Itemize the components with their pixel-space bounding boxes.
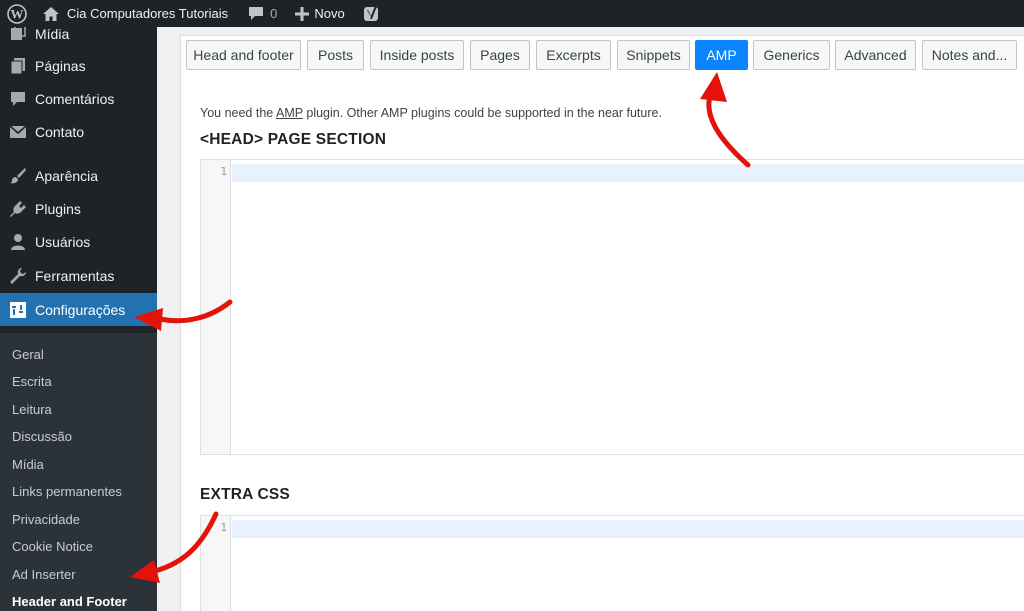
mail-icon — [8, 122, 28, 142]
menu-label-settings: Configurações — [35, 301, 126, 318]
submenu-item-permalinks[interactable]: Links permanentes — [12, 484, 122, 499]
editor-gutter: 1 — [201, 160, 231, 454]
menu-item-plugins[interactable]: Plugins — [0, 192, 157, 225]
menu-item-tools[interactable]: Ferramentas — [0, 259, 157, 292]
settings-submenu: Geral Escrita Leitura Discussão Mídia Li… — [0, 333, 157, 611]
menu-item-users[interactable]: Usuários — [0, 225, 157, 258]
submenu-item-header-and-footer[interactable]: Header and Footer — [12, 594, 127, 609]
settings-panel: Head and footer Posts Inside posts Pages… — [180, 35, 1024, 611]
yoast-icon — [363, 5, 378, 21]
comments-icon — [8, 89, 28, 109]
tab-excerpts[interactable]: Excerpts — [536, 40, 611, 70]
menu-item-appearance[interactable]: Aparência — [0, 159, 157, 192]
settings-icon — [8, 300, 28, 320]
new-content-button[interactable]: Novo — [288, 0, 351, 27]
tab-head-and-footer[interactable]: Head and footer — [186, 40, 301, 70]
submenu-item-general[interactable]: Geral — [12, 347, 44, 362]
menu-label-plugins: Plugins — [35, 200, 81, 217]
tab-inside-posts[interactable]: Inside posts — [370, 40, 464, 70]
tab-amp[interactable]: AMP — [695, 40, 748, 70]
submenu-item-ad-inserter[interactable]: Ad Inserter — [12, 567, 76, 582]
admin-bar: W Cia Computadores Tutoriais 0 Novo — [0, 0, 1024, 27]
new-label: Novo — [314, 6, 345, 21]
menu-label-users: Usuários — [35, 233, 91, 250]
brush-icon — [8, 166, 28, 186]
tab-bar: Head and footer Posts Inside posts Pages… — [181, 36, 1024, 76]
menu-item-media[interactable]: Mídia — [0, 27, 157, 50]
notice-text-after: plugin. Other AMP plugins could be suppo… — [302, 106, 662, 120]
plus-icon — [295, 6, 310, 21]
site-name: Cia Computadores Tutoriais — [67, 6, 229, 21]
main-content: Head and footer Posts Inside posts Pages… — [157, 27, 1024, 611]
line-number: 1 — [220, 165, 227, 178]
submenu-item-media[interactable]: Mídia — [12, 457, 44, 472]
active-line-highlight — [232, 164, 1024, 182]
tab-advanced[interactable]: Advanced — [835, 40, 916, 70]
menu-label-pages: Páginas — [35, 57, 86, 74]
css-section-title: EXTRA CSS — [200, 486, 290, 503]
comments-count: 0 — [270, 6, 278, 21]
media-icon — [8, 27, 28, 44]
yoast-seo-button[interactable] — [356, 0, 388, 27]
submenu-item-cookie-notice[interactable]: Cookie Notice — [12, 539, 93, 554]
wrench-icon — [8, 266, 28, 286]
pages-icon — [8, 56, 28, 76]
submenu-item-privacy[interactable]: Privacidade — [12, 512, 80, 527]
menu-item-settings[interactable]: Configurações — [0, 293, 157, 326]
menu-item-comments[interactable]: Comentários — [0, 82, 157, 115]
plugin-icon — [8, 199, 28, 219]
tab-pages[interactable]: Pages — [470, 40, 530, 70]
menu-label-tools: Ferramentas — [35, 267, 115, 284]
head-code-editor[interactable]: 1 — [200, 159, 1024, 455]
tab-notes[interactable]: Notes and... — [922, 40, 1017, 70]
css-code-editor[interactable]: 1 — [200, 515, 1024, 611]
amp-notice: You need the AMP plugin. Other AMP plugi… — [200, 106, 662, 120]
site-name-link[interactable]: Cia Computadores Tutoriais — [34, 0, 235, 27]
menu-label-media: Mídia — [35, 27, 70, 42]
menu-label-comments: Comentários — [35, 90, 115, 107]
submenu-item-reading[interactable]: Leitura — [12, 402, 52, 417]
comments-link[interactable]: 0 — [241, 0, 284, 27]
tab-generics[interactable]: Generics — [753, 40, 830, 70]
line-number: 1 — [220, 521, 227, 534]
tab-posts[interactable]: Posts — [307, 40, 364, 70]
admin-sidebar: Mídia Páginas Comentários Contato Aparên… — [0, 27, 157, 611]
submenu-item-discussion[interactable]: Discussão — [12, 429, 72, 444]
menu-label-contact: Contato — [35, 123, 85, 140]
users-icon — [8, 232, 28, 252]
submenu-item-writing[interactable]: Escrita — [12, 374, 52, 389]
notice-text-before: You need the — [200, 106, 277, 120]
active-line-highlight — [232, 520, 1024, 538]
tab-snippets[interactable]: Snippets — [617, 40, 690, 70]
head-section-title: <HEAD> PAGE SECTION — [200, 131, 387, 148]
wordpress-logo-button[interactable]: W — [0, 0, 34, 27]
menu-item-contact[interactable]: Contato — [0, 115, 157, 148]
amp-plugin-link[interactable]: AMP — [276, 106, 303, 120]
svg-text:W: W — [11, 6, 24, 21]
menu-label-appearance: Aparência — [35, 167, 99, 184]
menu-item-pages[interactable]: Páginas — [0, 49, 157, 82]
comment-bubble-icon — [249, 7, 264, 20]
wordpress-icon: W — [7, 3, 27, 24]
editor-gutter: 1 — [201, 516, 231, 611]
home-icon — [43, 6, 59, 21]
